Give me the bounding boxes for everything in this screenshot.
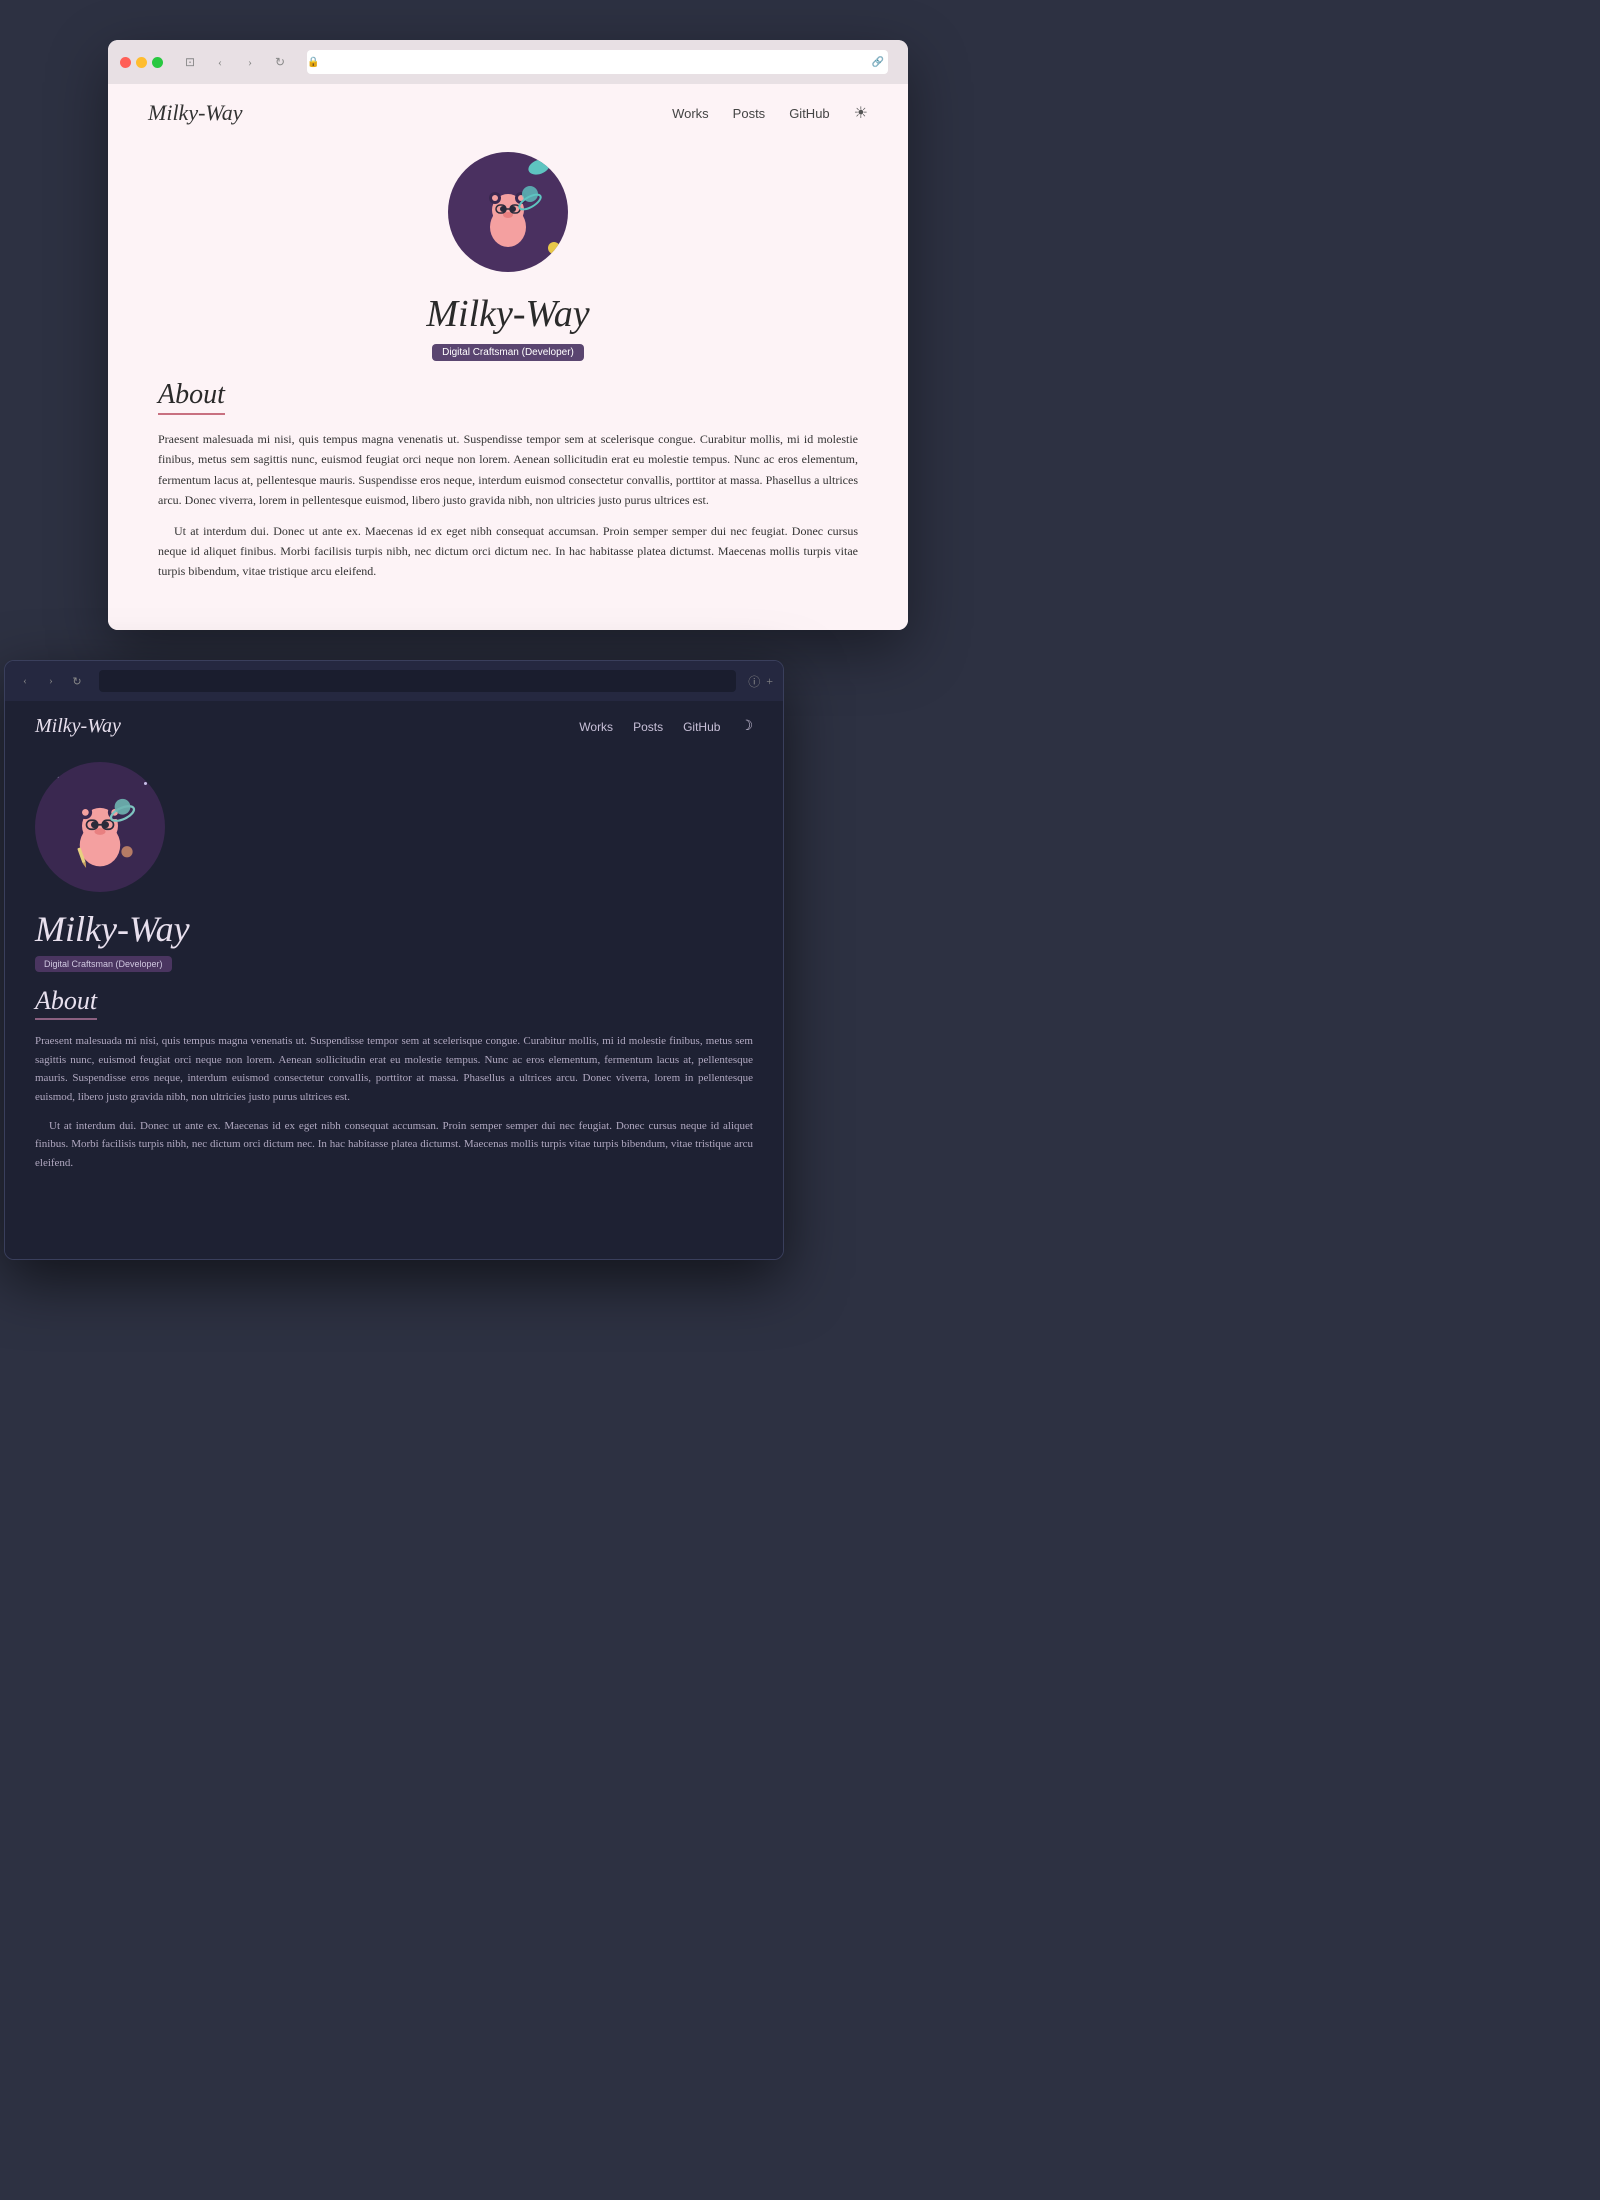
role-badge-light: Digital Craftsman (Developer) [432, 344, 584, 361]
browser-dark: ‹ › ↻ ⓘ + Milky-Way Works Posts GitHub ☽ [4, 660, 784, 1260]
about-heading-light: About [158, 379, 225, 415]
reload-button-dark[interactable]: ↻ [67, 671, 87, 691]
forward-button[interactable]: › [239, 51, 261, 73]
nav-dark: Milky-Way Works Posts GitHub ☽ [5, 701, 783, 752]
about-section-dark: About Praesent malesuada mi nisi, quis t… [5, 986, 783, 1173]
about-paragraph-1: Praesent malesuada mi nisi, quis tempus … [158, 429, 858, 511]
nav-links-dark: Works Posts GitHub ☽ [579, 718, 753, 735]
star-1 [55, 774, 59, 778]
add-tab-icon[interactable]: + [766, 674, 773, 689]
theme-toggle-icon[interactable]: ☀ [854, 103, 868, 123]
traffic-lights [120, 57, 163, 68]
about-text-dark: Praesent malesuada mi nisi, quis tempus … [35, 1032, 753, 1173]
reload-button[interactable]: ↻ [269, 51, 291, 73]
about-text-light: Praesent malesuada mi nisi, quis tempus … [158, 429, 858, 582]
avatar-svg [468, 172, 548, 252]
close-button[interactable] [120, 57, 131, 68]
info-icon[interactable]: ⓘ [748, 673, 760, 690]
browser-light: ⊡ ‹ › ↻ 🔒 🔗 Milky-Way Works Posts GitHub… [108, 40, 908, 630]
star-decoration [548, 242, 560, 254]
minimize-button[interactable] [136, 57, 147, 68]
about-paragraph-1-dark: Praesent malesuada mi nisi, quis tempus … [35, 1032, 753, 1107]
address-bar[interactable]: 🔒 🔗 [307, 50, 888, 74]
nav-link-posts-dark[interactable]: Posts [633, 720, 663, 734]
link-icon: 🔗 [872, 57, 884, 68]
browser-chrome-dark: ‹ › ↻ ⓘ + [5, 661, 783, 701]
dark-chrome-right: ⓘ + [748, 673, 773, 690]
forward-button-dark[interactable]: › [41, 671, 61, 691]
site-title-dark: Milky-Way [35, 908, 190, 950]
avatar-dark [35, 762, 165, 892]
about-paragraph-2-dark: Ut at interdum dui. Donec ut ante ex. Ma… [35, 1117, 753, 1173]
sidebar-toggle-icon[interactable]: ⊡ [179, 51, 201, 73]
star-2 [144, 782, 147, 785]
nav-link-github[interactable]: GitHub [789, 106, 829, 121]
hero-section-light: Milky-Way Digital Craftsman (Developer) [108, 142, 908, 379]
nav-link-posts[interactable]: Posts [733, 106, 766, 121]
nav-brand-light[interactable]: Milky-Way [148, 100, 242, 126]
address-bar-dark[interactable] [99, 670, 736, 692]
nav-link-github-dark[interactable]: GitHub [683, 720, 720, 734]
site-light: Milky-Way Works Posts GitHub ☀ [108, 84, 908, 630]
theme-toggle-icon-dark[interactable]: ☽ [740, 718, 753, 735]
hero-section-dark: Milky-Way Digital Craftsman (Developer) [5, 752, 783, 986]
nav-link-works-dark[interactable]: Works [579, 720, 613, 734]
avatar-svg-dark [55, 782, 145, 872]
nav-link-works[interactable]: Works [672, 106, 709, 121]
role-badge-dark: Digital Craftsman (Developer) [35, 956, 172, 972]
back-button-dark[interactable]: ‹ [15, 671, 35, 691]
back-button[interactable]: ‹ [209, 51, 231, 73]
lock-icon: 🔒 [307, 57, 319, 68]
avatar [448, 152, 568, 272]
nav-links-light: Works Posts GitHub ☀ [672, 103, 868, 123]
site-title-light: Milky-Way [426, 292, 589, 336]
about-section-light: About Praesent malesuada mi nisi, quis t… [108, 379, 908, 582]
site-dark: Milky-Way Works Posts GitHub ☽ [5, 701, 783, 1259]
about-heading-dark: About [35, 986, 97, 1020]
browser-chrome-light: ⊡ ‹ › ↻ 🔒 🔗 [108, 40, 908, 84]
nav-light: Milky-Way Works Posts GitHub ☀ [108, 84, 908, 142]
about-paragraph-2: Ut at interdum dui. Donec ut ante ex. Ma… [158, 521, 858, 582]
maximize-button[interactable] [152, 57, 163, 68]
nav-brand-dark[interactable]: Milky-Way [35, 715, 121, 738]
